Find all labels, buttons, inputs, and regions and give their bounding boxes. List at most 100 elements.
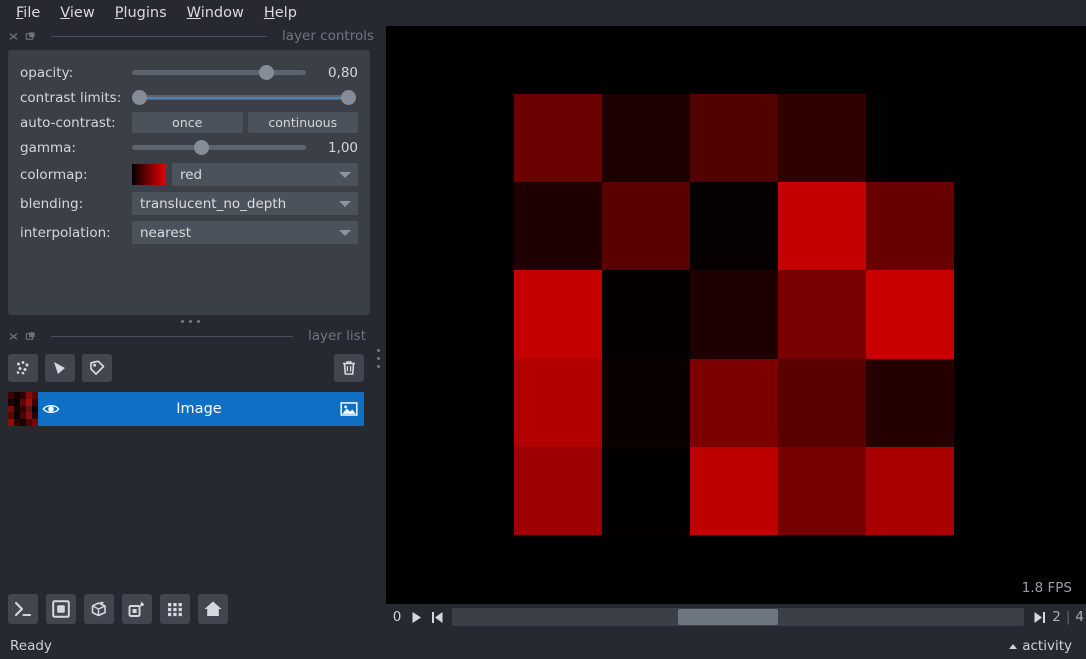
- image-pixel: [514, 182, 602, 271]
- opacity-row: opacity: 0,80: [20, 60, 358, 85]
- menu-plugins[interactable]: Plugins: [107, 3, 175, 24]
- menu-help[interactable]: Help: [256, 3, 305, 24]
- gamma-slider-handle[interactable]: [194, 140, 209, 155]
- image-pixel: [514, 270, 602, 359]
- image-pixel: [866, 94, 954, 183]
- menu-view[interactable]: View: [52, 3, 102, 24]
- delete-layer-button[interactable]: [334, 354, 364, 382]
- layer-controls-label: layer controls: [282, 28, 374, 44]
- image-pixel: [514, 94, 602, 183]
- image-pixel: [602, 94, 690, 183]
- play-button[interactable]: [409, 609, 424, 625]
- activity-button[interactable]: activity: [1009, 638, 1072, 654]
- layer-list-item-image[interactable]: Image: [8, 392, 364, 426]
- fps-indicator: 1.8 FPS: [1021, 580, 1072, 596]
- new-labels-layer-button[interactable]: [82, 354, 112, 382]
- interpolation-combobox[interactable]: nearest: [132, 221, 358, 244]
- auto-contrast-row: auto-contrast: once continuous: [20, 110, 358, 135]
- grid-icon: [168, 603, 182, 617]
- image-pixel: [690, 446, 778, 535]
- layer-visibility-toggle[interactable]: [38, 402, 64, 416]
- menu-file[interactable]: File: [8, 3, 48, 24]
- close-panel-icon[interactable]: [8, 31, 19, 42]
- auto-contrast-continuous-button[interactable]: continuous: [247, 112, 358, 133]
- contrast-limits-high-handle[interactable]: [341, 90, 356, 105]
- contrast-limits-range-fill: [140, 96, 348, 99]
- transpose-dims-button[interactable]: [122, 594, 152, 624]
- opacity-slider-handle[interactable]: [259, 65, 275, 80]
- layer-list-toolbar: [0, 351, 372, 385]
- previous-frame-button[interactable]: [429, 609, 444, 625]
- dimension-current-value: 2: [1052, 609, 1061, 625]
- dimension-axis-label: 0: [392, 609, 402, 625]
- colormap-row: colormap: red: [20, 160, 358, 189]
- grid-view-button[interactable]: [160, 594, 190, 624]
- console-icon: [14, 601, 32, 617]
- blending-row: blending: translucent_no_depth: [20, 189, 358, 218]
- colormap-label: colormap:: [20, 166, 88, 183]
- layer-type-indicator: [334, 401, 364, 417]
- image-pixel: [602, 358, 690, 447]
- vertical-splitter-handle[interactable]: [374, 340, 382, 376]
- chevron-down-icon: [339, 172, 351, 178]
- colormap-swatch: [132, 164, 166, 185]
- auto-contrast-once-button[interactable]: once: [132, 112, 243, 133]
- layer-list-label: layer list: [308, 328, 366, 344]
- dimension-slider-handle[interactable]: [678, 609, 779, 625]
- image-canvas[interactable]: 1.8 FPS: [386, 26, 1086, 604]
- close-panel-icon[interactable]: [8, 331, 19, 342]
- image-pixel: [778, 94, 866, 183]
- next-frame-button[interactable]: [1032, 609, 1047, 625]
- auto-contrast-label: auto-contrast:: [20, 114, 116, 131]
- menu-help-mnemonic: H: [263, 4, 275, 21]
- image-pixel: [514, 358, 602, 447]
- thumbnail-pixel: [32, 392, 38, 399]
- menu-window-mnemonic: W: [186, 4, 201, 21]
- float-panel-icon[interactable]: [25, 331, 36, 342]
- gamma-label: gamma:: [20, 139, 76, 156]
- dimension-max-value: 4: [1075, 609, 1084, 625]
- layer-controls-box: opacity: 0,80 contrast limits: auto-cont…: [8, 50, 370, 315]
- reset-view-button[interactable]: [198, 594, 228, 624]
- new-points-layer-button[interactable]: [8, 354, 38, 382]
- contrast-limits-slider[interactable]: [132, 88, 356, 108]
- image-pixel: [514, 446, 602, 535]
- status-bar: Ready activity: [0, 633, 1086, 659]
- interpolation-label: interpolation:: [20, 224, 111, 241]
- console-button[interactable]: [8, 594, 38, 624]
- gamma-value: 1,00: [327, 139, 358, 156]
- image-pixel: [866, 446, 954, 535]
- toggle-ndisplay-button[interactable]: [46, 594, 76, 624]
- layer-name-label: Image: [176, 401, 222, 417]
- colormap-combobox[interactable]: red: [172, 163, 358, 186]
- activity-label: activity: [1022, 638, 1072, 654]
- blending-combobox[interactable]: translucent_no_depth: [132, 192, 358, 215]
- menu-view-mnemonic: V: [60, 4, 70, 21]
- opacity-slider[interactable]: [132, 63, 306, 83]
- new-shapes-layer-button[interactable]: [45, 354, 75, 382]
- menu-bar: File View Plugins Window Help: [0, 0, 1086, 26]
- blending-value: translucent_no_depth: [140, 195, 287, 212]
- opacity-label: opacity:: [20, 64, 74, 81]
- home-icon: [204, 601, 222, 616]
- gamma-slider[interactable]: [132, 138, 306, 158]
- play-icon: [412, 611, 421, 623]
- blending-label: blending:: [20, 195, 84, 212]
- colormap-value: red: [180, 166, 203, 183]
- layer-list-panel: layer list Image: [0, 326, 372, 426]
- layer-list-divider: [51, 335, 293, 337]
- left-dock-panel: layer controls opacity: 0,80 contrast li…: [0, 26, 380, 633]
- transpose-icon: [128, 601, 145, 617]
- menu-window[interactable]: Window: [179, 3, 252, 24]
- roll-dims-button[interactable]: [84, 594, 114, 624]
- contrast-limits-low-handle[interactable]: [132, 90, 147, 105]
- image-pixel: [778, 270, 866, 359]
- step-forward-icon: [1034, 611, 1045, 623]
- dimension-slider[interactable]: [452, 608, 1025, 626]
- image-pixel: [602, 446, 690, 535]
- status-message: Ready: [10, 638, 52, 654]
- float-panel-icon[interactable]: [25, 31, 36, 42]
- shapes-icon: [54, 362, 65, 374]
- labels-tag-icon: [90, 360, 105, 375]
- contrast-limits-row: contrast limits:: [20, 85, 358, 110]
